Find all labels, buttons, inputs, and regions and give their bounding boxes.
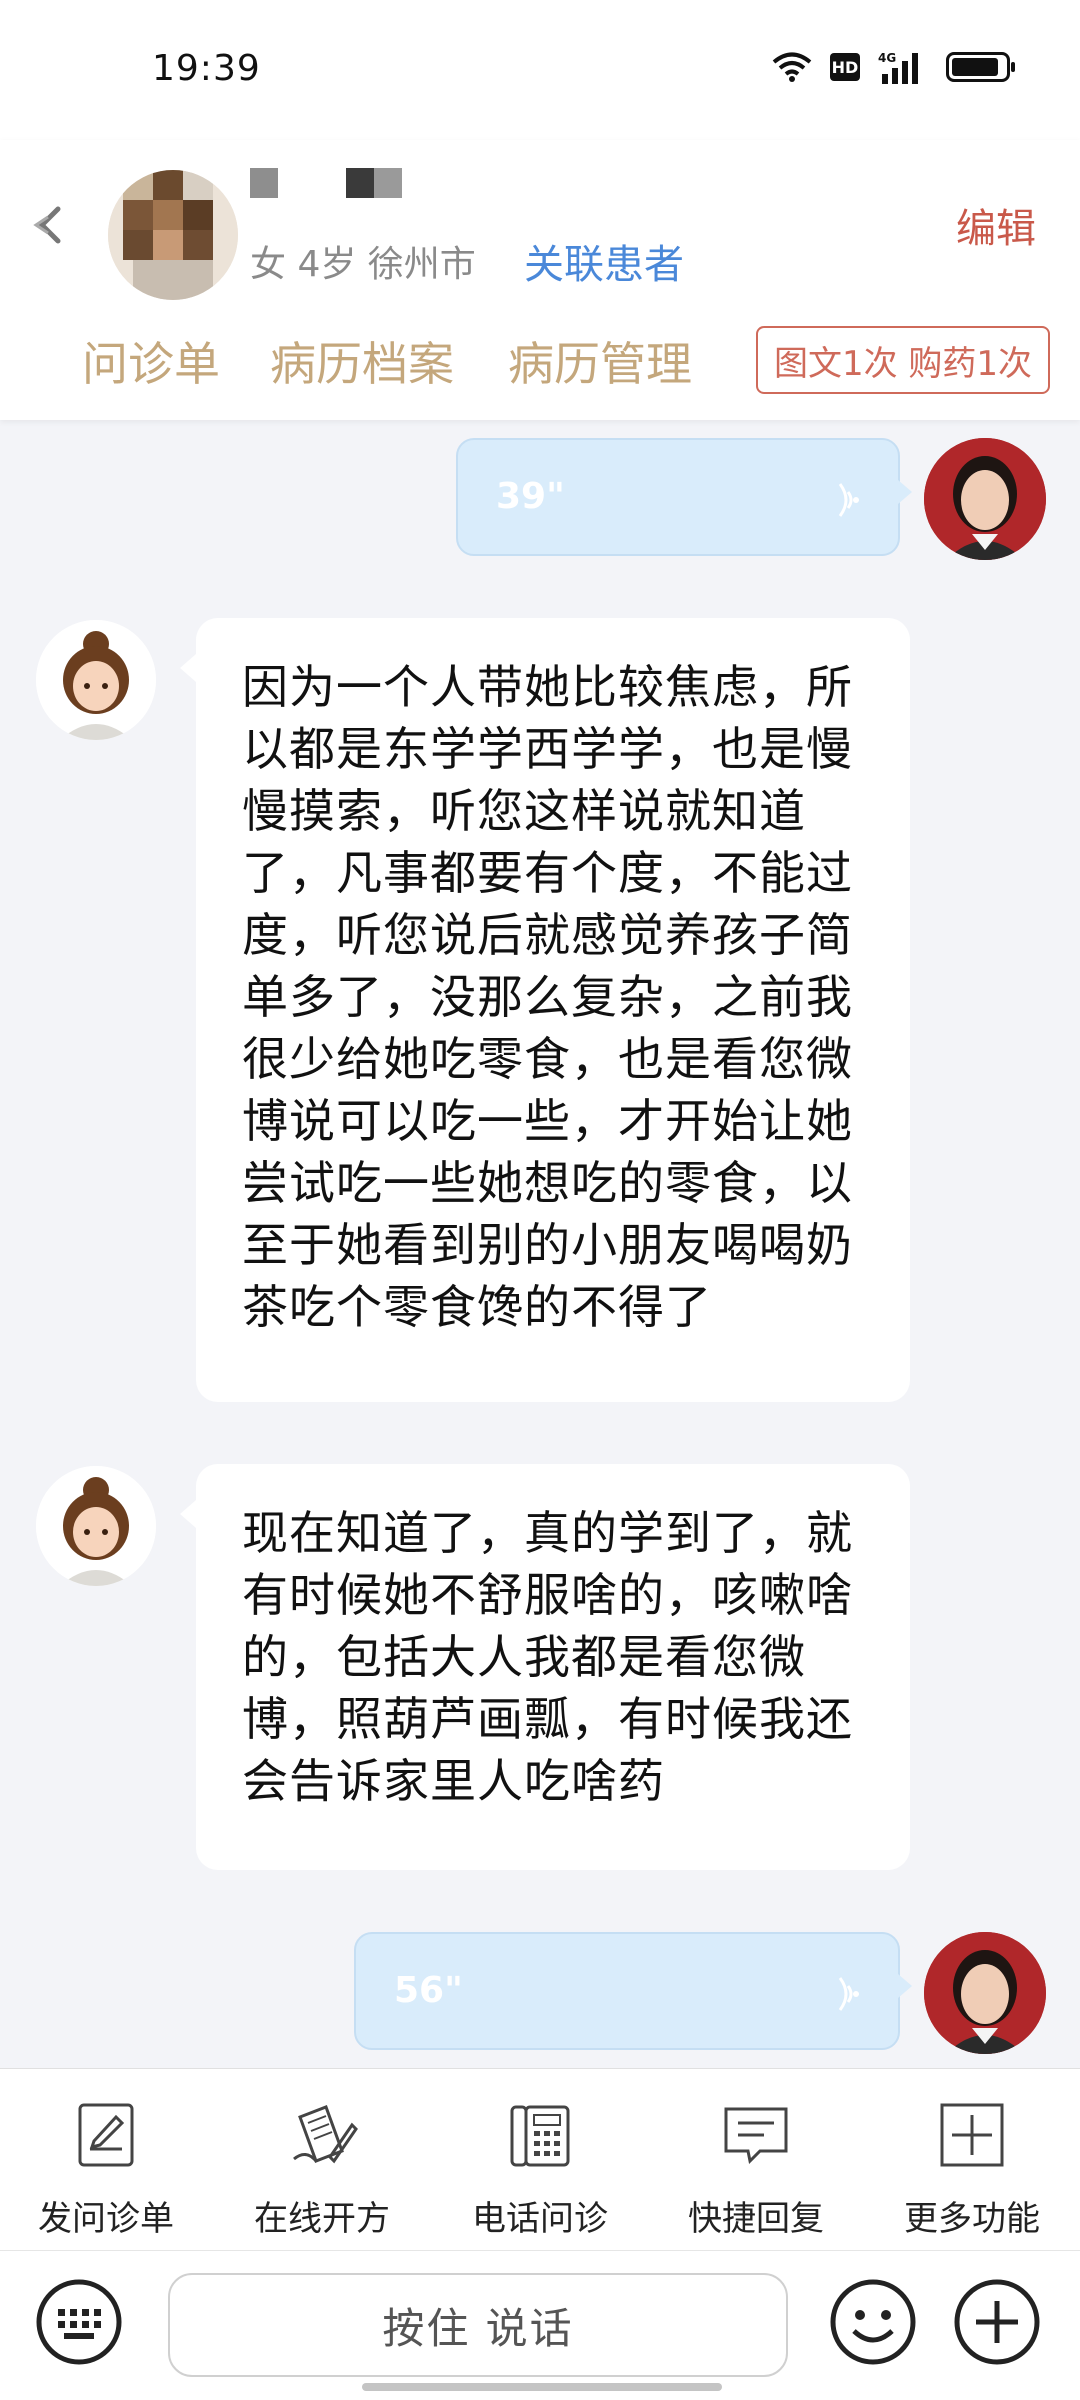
- patient-name-redacted: [250, 168, 402, 198]
- toolbar-label: 发问诊单: [38, 2199, 174, 2239]
- home-indicator: [362, 2383, 722, 2391]
- toolbar-label: 更多功能: [904, 2199, 1040, 2239]
- voice-message[interactable]: 56": [354, 1932, 912, 2050]
- patient-info: 女 4岁 徐州市: [250, 244, 476, 285]
- status-icons: HD 4G: [772, 50, 1015, 84]
- toolbar-label: 快捷回复: [688, 2199, 824, 2239]
- doctor-avatar[interactable]: [924, 1932, 1046, 2054]
- quick-reply-icon: [724, 2107, 788, 2165]
- tab-inquiry-form[interactable]: 问诊单: [82, 328, 220, 394]
- patient-header: 女 4岁 徐州市 关联患者 编辑 问诊单 病历档案 病历管理 图文1次 购药1次: [0, 140, 1080, 420]
- tab-records-management[interactable]: 病历管理: [508, 328, 692, 394]
- voice-duration: 56": [394, 1970, 463, 2011]
- more-functions-button[interactable]: 更多功能: [882, 2099, 1062, 2240]
- quota-badge[interactable]: 图文1次 购药1次: [756, 326, 1050, 394]
- patient-avatar[interactable]: [36, 1466, 156, 1586]
- hold-to-talk-button[interactable]: 按住 说话: [168, 2273, 788, 2377]
- doctor-avatar[interactable]: [924, 438, 1046, 560]
- back-arrow-icon[interactable]: [30, 195, 70, 255]
- signal-icon: 4G: [878, 51, 918, 84]
- patient-avatar[interactable]: [36, 620, 156, 740]
- svg-text:4G: 4G: [878, 51, 896, 65]
- form-edit-icon: [78, 2103, 134, 2167]
- status-time: 19:39: [152, 48, 261, 89]
- quick-reply-button[interactable]: 快捷回复: [666, 2099, 846, 2240]
- online-prescription-button[interactable]: 在线开方: [232, 2099, 412, 2240]
- tab-medical-records[interactable]: 病历档案: [270, 328, 454, 394]
- patient-avatar[interactable]: [108, 170, 238, 300]
- voice-duration: 39": [496, 476, 565, 517]
- more-icon: [940, 2103, 1004, 2167]
- input-bar: 按住 说话: [0, 2250, 1080, 2400]
- phone-icon: [510, 2105, 570, 2167]
- voice-message[interactable]: 39": [456, 438, 912, 556]
- wifi-icon: [772, 52, 812, 82]
- toolbar-label: 在线开方: [254, 2199, 390, 2239]
- chat-message: 现在知道了，真的学到了，就有时候她不舒服啥的，咳嗽啥的，包括大人我都是看您微博，…: [180, 1464, 910, 1870]
- keyboard-icon[interactable]: [34, 2277, 124, 2367]
- function-toolbar: 发问诊单 在线开方 电话问诊 快捷回复 更多功能: [0, 2068, 1080, 2250]
- prescription-icon: [293, 2105, 358, 2164]
- toolbar-label: 电话问诊: [472, 2199, 608, 2239]
- emoji-icon[interactable]: [828, 2277, 918, 2367]
- hd-icon: HD: [830, 53, 860, 81]
- status-bar: 19:39 HD 4G: [0, 0, 1080, 140]
- chat-message: 因为一个人带她比较焦虑，所以都是东学学西学学，也是慢慢摸索，听您这样说就知道了，…: [180, 618, 910, 1402]
- phone-consult-button[interactable]: 电话问诊: [450, 2099, 630, 2240]
- chat-area: 39" 因为一个人带她比较焦虑，所以都是东学学西学学，也是慢慢摸索，听您这样说就…: [0, 420, 1080, 2070]
- voice-wave-icon: [838, 1977, 859, 2011]
- battery-icon: [946, 52, 1015, 82]
- voice-wave-icon: [838, 483, 859, 517]
- edit-button[interactable]: 编辑: [956, 196, 1036, 254]
- link-patient-button[interactable]: 关联患者: [524, 232, 684, 290]
- plus-icon[interactable]: [952, 2277, 1042, 2367]
- send-inquiry-form-button[interactable]: 发问诊单: [16, 2099, 196, 2240]
